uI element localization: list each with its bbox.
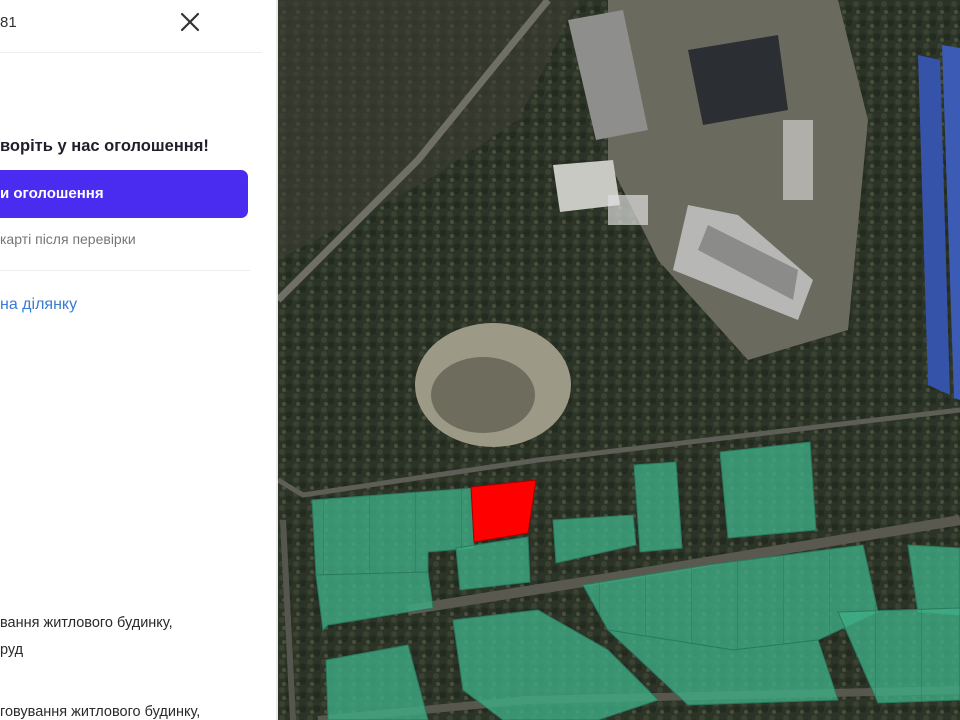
parcel-link[interactable]: на ділянку xyxy=(0,296,77,314)
moderation-note: карті після перевірки xyxy=(0,231,136,247)
trucks xyxy=(783,120,813,200)
panel-border xyxy=(276,0,278,720)
header-title: 81 xyxy=(0,14,17,31)
panel-header: 81 xyxy=(0,0,262,53)
close-icon xyxy=(180,12,200,32)
trucks xyxy=(608,195,648,225)
parcel[interactable] xyxy=(633,461,683,553)
satellite-map[interactable] xyxy=(278,0,960,720)
parcel[interactable] xyxy=(719,441,817,539)
close-button[interactable] xyxy=(176,8,204,36)
building xyxy=(688,35,788,125)
selected-parcel[interactable] xyxy=(470,479,537,543)
info-panel: 81 ворiть у нас оголошення! и оголошення… xyxy=(0,0,278,720)
promo-title: ворiть у нас оголошення! xyxy=(0,137,209,155)
purpose-line: руд xyxy=(0,642,24,658)
quarry-pit xyxy=(431,357,535,433)
create-listing-button[interactable]: и оголошення xyxy=(0,170,248,218)
create-listing-label: и оголошення xyxy=(0,185,104,202)
purpose-line: говування житлового будинку, xyxy=(0,704,201,720)
divider xyxy=(0,270,250,271)
purpose-line: вання житлового будинку, xyxy=(0,615,173,631)
